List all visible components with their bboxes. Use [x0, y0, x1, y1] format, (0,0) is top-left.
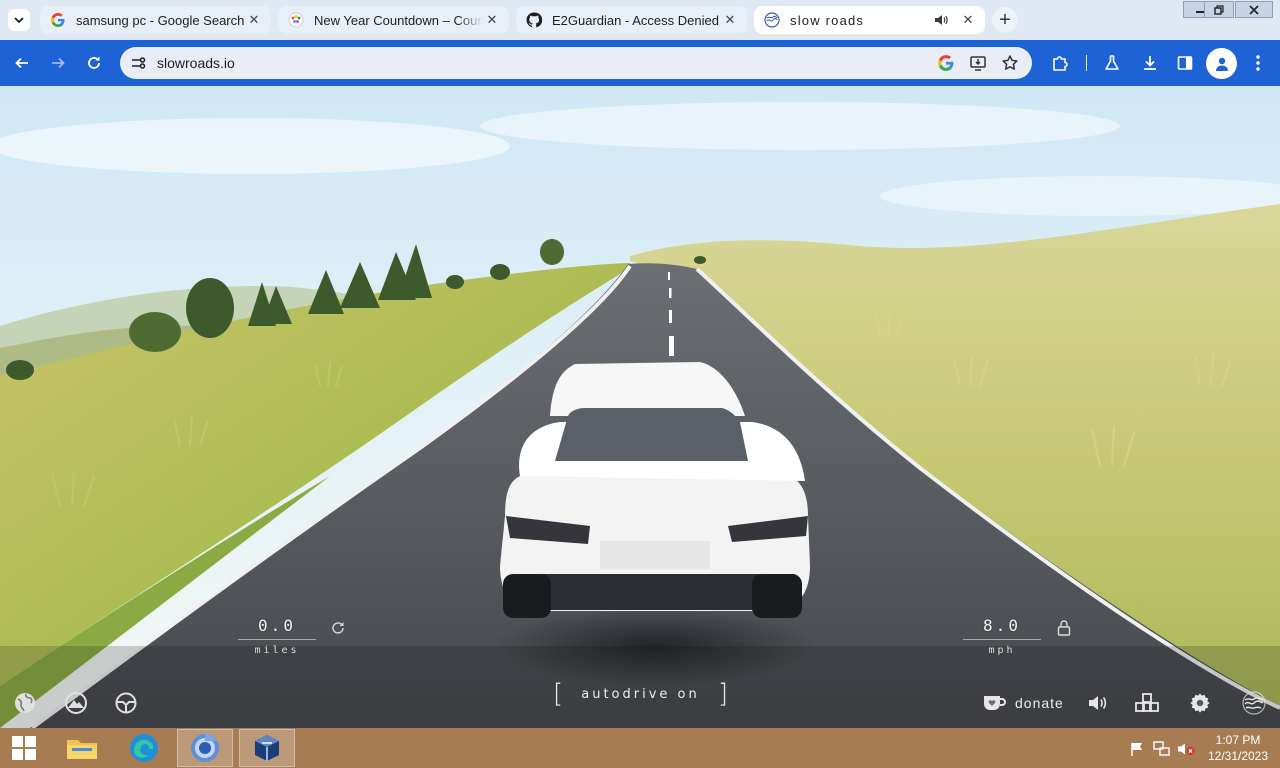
address-bar[interactable]: slowroads.io [120, 47, 1032, 79]
forward-button[interactable] [43, 48, 73, 78]
virtualbox-icon [252, 733, 282, 763]
donate-cup-icon [982, 694, 1006, 712]
taskbar-edge[interactable] [116, 729, 172, 767]
chevron-down-icon [13, 14, 25, 26]
close-window-button[interactable] [1235, 1, 1273, 18]
download-icon [1141, 54, 1159, 72]
action-center-flag-icon[interactable] [1128, 740, 1146, 758]
side-panel-icon [1176, 54, 1194, 72]
tab-new-year-countdown[interactable]: New Year Countdown – Countdown ✕ [278, 6, 509, 34]
browser-menu-button[interactable] [1243, 48, 1273, 78]
tab-slow-roads[interactable]: slow roads ✕ [754, 6, 985, 34]
speed-unit: mph [988, 645, 1016, 656]
volume-button[interactable] [1084, 689, 1112, 717]
kebab-menu-icon [1255, 54, 1261, 72]
start-button[interactable] [0, 729, 48, 767]
system-clock[interactable]: 1:07 PM 12/31/2023 [1196, 732, 1280, 764]
lock-icon[interactable] [1056, 619, 1072, 637]
donate-label: donate [1015, 695, 1064, 711]
mountain-icon [64, 691, 88, 715]
slow-roads-logo[interactable] [1240, 689, 1268, 717]
tab-search-button[interactable] [8, 9, 30, 31]
vehicle-button[interactable] [112, 689, 140, 717]
cubes-icon [1134, 692, 1160, 714]
github-icon [526, 12, 542, 28]
settings-button[interactable] [1186, 689, 1214, 717]
graphics-button[interactable] [1133, 689, 1161, 717]
folder-icon [65, 734, 99, 762]
close-icon[interactable]: ✕ [721, 11, 739, 29]
world-button[interactable] [11, 689, 39, 717]
edge-icon [128, 732, 160, 764]
terrain-button[interactable] [62, 689, 90, 717]
clock-time: 1:07 PM [1215, 733, 1261, 747]
odometer-readout: 0.0 miles [238, 616, 316, 656]
game-viewport[interactable] [0, 86, 1280, 728]
reload-button[interactable] [79, 48, 109, 78]
bracket-right: ] [717, 679, 728, 709]
globe-icon [13, 691, 37, 715]
donate-button[interactable]: donate [982, 692, 1064, 714]
install-app-icon[interactable] [967, 52, 989, 74]
network-icon[interactable] [1153, 740, 1171, 758]
google-lens-icon[interactable] [935, 52, 957, 74]
bracket-left: [ [553, 679, 564, 709]
tab-title: E2Guardian - Access Denied [552, 12, 719, 28]
arrow-right-icon [50, 55, 66, 71]
avatar-icon [1213, 55, 1231, 73]
chrome-icon [189, 732, 221, 764]
new-tab-button[interactable]: + [992, 7, 1018, 33]
tab-e2guardian[interactable]: E2Guardian - Access Denied ✕ [516, 6, 747, 34]
steering-wheel-icon [114, 691, 138, 715]
toolbar-separator [1086, 55, 1087, 71]
close-icon[interactable]: ✕ [959, 11, 977, 29]
flask-icon [1103, 54, 1121, 72]
speed-divider [963, 639, 1041, 640]
reload-icon [86, 55, 102, 71]
google-g-icon [50, 12, 66, 28]
restore-button[interactable] [1204, 1, 1234, 18]
back-button[interactable] [7, 48, 37, 78]
taskbar-file-explorer[interactable] [54, 729, 110, 767]
taskbar-virtualbox[interactable] [239, 729, 295, 767]
downloads-button[interactable] [1135, 48, 1165, 78]
odometer-divider [238, 639, 316, 640]
speed-value: 8.0 [983, 616, 1021, 635]
clock-date: 12/31/2023 [1207, 749, 1269, 763]
close-icon [1248, 4, 1260, 15]
logo-swirl-icon [1241, 690, 1267, 716]
autodrive-label: autodrive on [581, 686, 700, 702]
tab-title: samsung pc - Google Search [76, 12, 245, 28]
url-text[interactable]: slowroads.io [157, 55, 235, 71]
puzzle-icon [1051, 54, 1069, 72]
reset-odometer-icon[interactable] [330, 620, 346, 636]
arrow-left-icon [14, 55, 30, 71]
plus-icon: + [999, 8, 1011, 31]
speedometer-readout: 8.0 mph [963, 616, 1041, 656]
volume-icon [1087, 693, 1109, 713]
odometer-unit: miles [254, 645, 300, 656]
close-icon[interactable]: ✕ [245, 11, 263, 29]
profile-button[interactable] [1206, 48, 1237, 79]
speaker-icon[interactable] [933, 12, 951, 28]
gear-icon [1189, 692, 1211, 714]
bookmark-star-icon[interactable] [999, 52, 1021, 74]
countdown-site-icon [288, 12, 304, 28]
game-scene [0, 86, 1280, 728]
close-icon[interactable]: ✕ [483, 11, 501, 29]
volume-muted-icon[interactable] [1177, 740, 1195, 758]
site-info-icon[interactable] [128, 53, 148, 73]
windows-logo-icon [11, 735, 37, 761]
tab-title: slow roads [790, 12, 865, 28]
labs-button[interactable] [1097, 48, 1127, 78]
extensions-button[interactable] [1045, 48, 1075, 78]
restore-icon [1213, 4, 1225, 15]
tab-title: New Year Countdown – Countdown [314, 12, 483, 28]
side-panel-button[interactable] [1170, 48, 1200, 78]
odometer-value: 0.0 [258, 616, 296, 635]
taskbar-chrome[interactable] [177, 729, 233, 767]
autodrive-toggle[interactable]: [ autodrive on ] [553, 680, 728, 708]
tab-google-search[interactable]: samsung pc - Google Search ✕ [40, 6, 271, 34]
slow-roads-icon [764, 12, 780, 28]
